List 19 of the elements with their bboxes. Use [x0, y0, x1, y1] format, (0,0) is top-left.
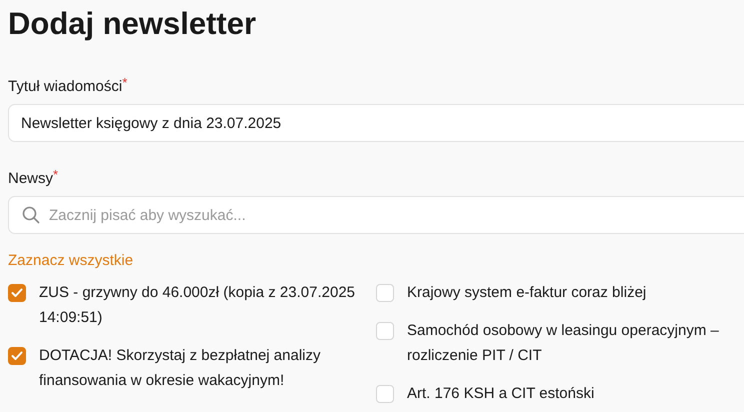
search-field[interactable]: Zacznij pisać aby wyszukać... — [8, 196, 744, 234]
field-label: Tytuł wiadomości — [8, 78, 122, 96]
page-title: Dodaj newsletter — [8, 5, 258, 43]
checkbox-label: Art. 176 KSH a CIT estoński — [407, 384, 594, 404]
checkbox[interactable] — [8, 347, 26, 365]
checkbox-label: DOTACJA! Skorzystaj z bezpłatnej analizy finansowania w okresie wakacyjnym! — [39, 346, 322, 391]
checkbox[interactable] — [376, 385, 394, 403]
checkbox-label: ZUS - grzywny do 46.000zł (kopia z 23.07.2025 14:09:51) — [39, 283, 356, 328]
checkbox-label: Krajowy system e-faktur coraz bliżej — [407, 283, 646, 303]
checkbox[interactable] — [376, 322, 394, 340]
checkbox-label: Samochód osobowy w leasingu operacyjnym – rozliczenie PIT / CIT — [407, 321, 720, 366]
checkbox[interactable] — [8, 284, 26, 302]
checkbox[interactable] — [376, 284, 394, 302]
required-asterisk: * — [53, 166, 58, 184]
field-label: Newsy — [8, 170, 54, 188]
checkmark-icon — [11, 351, 23, 361]
required-asterisk: * — [122, 74, 128, 92]
title-input[interactable]: Newsletter księgowy z dnia 23.07.2025 — [8, 104, 744, 142]
checkmark-icon — [11, 288, 23, 298]
